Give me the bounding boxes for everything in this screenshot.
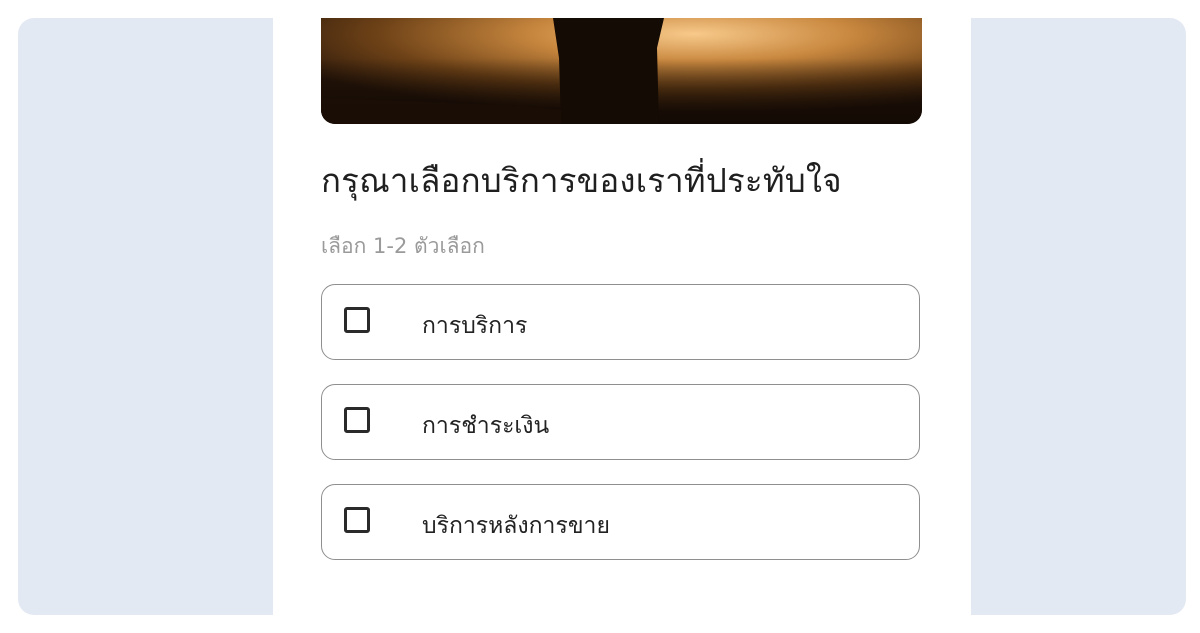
checkbox[interactable] — [344, 307, 370, 333]
option-service[interactable]: การบริการ — [321, 284, 920, 360]
option-label: การชำระเงิน — [422, 413, 550, 439]
page-background: กรุณาเลือกบริการของเราที่ประทับใจ เลือก … — [18, 18, 1186, 615]
checkbox[interactable] — [344, 407, 370, 433]
option-label: การบริการ — [422, 313, 528, 339]
question-title: กรุณาเลือกบริการของเราที่ประทับใจ — [321, 161, 842, 200]
option-label: บริการหลังการขาย — [422, 513, 610, 539]
sunset-silhouette-image — [321, 18, 922, 124]
question-hint: เลือก 1-2 ตัวเลือก — [321, 234, 485, 258]
hero-image — [321, 18, 922, 124]
checkbox[interactable] — [344, 507, 370, 533]
survey-card: กรุณาเลือกบริการของเราที่ประทับใจ เลือก … — [273, 18, 971, 615]
option-after-sales[interactable]: บริการหลังการขาย — [321, 484, 920, 560]
option-payment[interactable]: การชำระเงิน — [321, 384, 920, 460]
